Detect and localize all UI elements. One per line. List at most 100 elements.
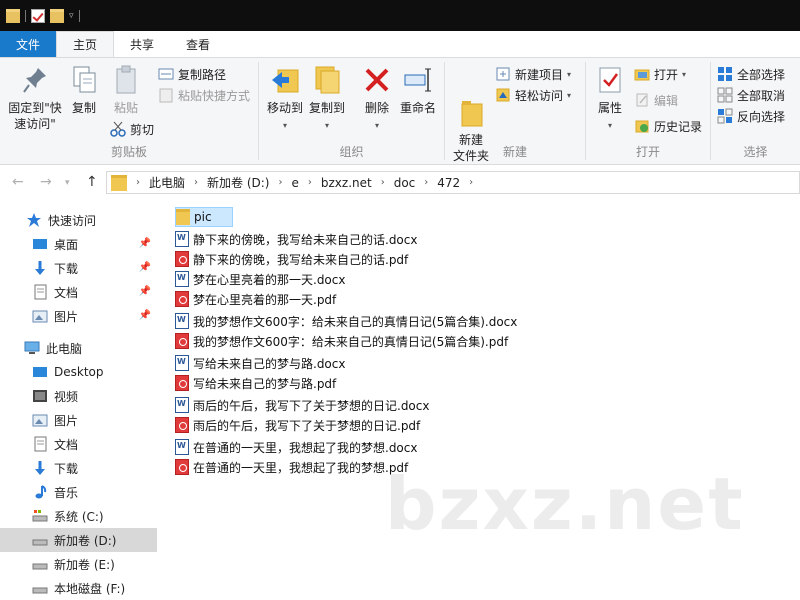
new-item-button[interactable]: 新建项目 ▾ [495, 64, 571, 84]
nav-desktop[interactable]: 桌面 📌 [0, 232, 157, 256]
nav-pictures-pc[interactable]: 图片 [0, 408, 157, 432]
music-icon [32, 484, 48, 500]
pictures-icon [32, 412, 48, 428]
download-icon [32, 260, 48, 276]
nav-this-pc[interactable]: 此电脑 [0, 336, 157, 360]
chevron-right-icon[interactable]: › [308, 177, 312, 188]
nav-quick-access[interactable]: 快速访问 [0, 208, 157, 232]
nav-downloads[interactable]: 下载 📌 [0, 256, 157, 280]
copy-button[interactable]: 复制 [66, 64, 102, 116]
list-item[interactable]: 在普通的一天里，我想起了我的梦想.docx [175, 437, 417, 457]
chevron-right-icon[interactable]: › [136, 177, 140, 188]
move-to-button[interactable]: 移动到 ▾ [265, 64, 305, 134]
invert-selection-label: 反向选择 [737, 109, 786, 124]
invert-selection-button[interactable]: 反向选择 [717, 106, 785, 126]
paste-button[interactable]: 粘贴 [108, 64, 144, 116]
paste-shortcut-button[interactable]: 粘贴快捷方式 [158, 85, 250, 105]
select-all-label: 全部选择 [737, 67, 786, 82]
pin-icon[interactable]: 📌 [139, 238, 151, 249]
edit-button[interactable]: 编辑 [634, 90, 678, 110]
pdf-icon [175, 375, 189, 391]
drive-icon [32, 580, 48, 596]
open-button[interactable]: 打开 ▾ [634, 64, 686, 84]
nav-documents[interactable]: 文档 📌 [0, 280, 157, 304]
up-arrow-icon[interactable]: ↑ [86, 174, 98, 190]
nav-documents-pc[interactable]: 文档 [0, 432, 157, 456]
tab-share[interactable]: 共享 [114, 31, 170, 57]
list-item[interactable]: 在普通的一天里，我想起了我的梦想.pdf [175, 457, 408, 477]
new-folder-button[interactable]: 新建 文件夹 [451, 64, 491, 180]
breadcrumb-472[interactable]: 472 [437, 176, 460, 190]
nav-drive-f[interactable]: 本地磁盘 (F:) [0, 576, 157, 600]
navigation-bar: ← → ▾ ↑ › 此电脑 › 新加卷 (D:) › e › bzxz.net … [0, 166, 800, 200]
chevron-right-icon[interactable]: › [424, 177, 428, 188]
breadcrumb-doc[interactable]: doc [394, 176, 416, 190]
nav-desktop-pc[interactable]: Desktop [0, 360, 157, 384]
address-bar[interactable]: › 此电脑 › 新加卷 (D:) › e › bzxz.net › doc › … [106, 171, 800, 194]
chevron-right-icon[interactable]: › [278, 177, 282, 188]
dropdown-icon[interactable]: ▿ [69, 11, 74, 21]
breadcrumb-bzxz[interactable]: bzxz.net [321, 176, 372, 190]
word-doc-icon [175, 397, 189, 413]
nav-drive-c[interactable]: 系统 (C:) [0, 504, 157, 528]
pin-icon[interactable]: 📌 [139, 262, 151, 273]
nav-label: 下载 [54, 261, 79, 276]
nav-drive-d[interactable]: 新加卷 (D:) [0, 528, 157, 552]
list-item[interactable]: 雨后的午后，我写下了关于梦想的日记.pdf [175, 415, 420, 435]
breadcrumb-e[interactable]: e [291, 176, 298, 190]
select-all-button[interactable]: 全部选择 [717, 64, 785, 84]
properties-label: 属性 [597, 101, 622, 115]
breadcrumb-this-pc[interactable]: 此电脑 [149, 174, 185, 191]
pdf-icon [175, 417, 189, 433]
chevron-right-icon[interactable]: › [194, 177, 198, 188]
list-item[interactable]: 静下来的傍晚，我写给未来自己的话.docx [175, 229, 417, 249]
properties-icon[interactable] [31, 8, 45, 23]
list-item[interactable]: 写给未来自己的梦与路.pdf [175, 373, 336, 393]
new-folder-icon[interactable] [50, 8, 64, 23]
edit-icon [634, 92, 650, 108]
nav-videos[interactable]: 视频 [0, 384, 157, 408]
cut-button[interactable]: 剪切 [110, 119, 154, 139]
copy-to-button[interactable]: 复制到 ▾ [307, 64, 347, 134]
list-item[interactable]: 我的梦想作文600字：给未来自己的真情日记(5篇合集).pdf [175, 331, 508, 351]
delete-button[interactable]: 删除 ▾ [359, 64, 395, 134]
organize-group-label: 组织 [339, 145, 364, 159]
nav-label: 文档 [54, 285, 79, 300]
list-item[interactable]: 静下来的傍晚，我写给未来自己的话.pdf [175, 249, 408, 269]
rename-label: 重命名 [399, 101, 436, 115]
copy-path-button[interactable]: 复制路径 [158, 64, 226, 84]
list-item[interactable]: 梦在心里亮着的那一天.docx [175, 269, 345, 289]
history-button[interactable]: 历史记录 [634, 116, 702, 136]
chevron-right-icon[interactable]: › [381, 177, 385, 188]
tab-file[interactable]: 文件 [0, 31, 56, 57]
recent-locations-chevron-icon[interactable]: ▾ [65, 178, 70, 188]
easy-access-button[interactable]: 轻松访问 ▾ [495, 85, 571, 105]
list-item[interactable]: 梦在心里亮着的那一天.pdf [175, 289, 336, 309]
back-arrow-icon[interactable]: ← [12, 174, 24, 190]
nav-label: 桌面 [54, 237, 79, 252]
list-item-folder[interactable]: pic [175, 207, 233, 227]
nav-pictures[interactable]: 图片 📌 [0, 304, 157, 328]
nav-drive-e[interactable]: 新加卷 (E:) [0, 552, 157, 576]
tab-view[interactable]: 查看 [170, 31, 226, 57]
list-item[interactable]: 我的梦想作文600字：给未来自己的真情日记(5篇合集).docx [175, 311, 517, 331]
cut-label: 剪切 [130, 122, 155, 137]
chevron-right-icon[interactable]: › [469, 177, 473, 188]
pin-icon [20, 64, 50, 96]
tab-home[interactable]: 主页 [56, 31, 115, 57]
nav-downloads-pc[interactable]: 下载 [0, 456, 157, 480]
properties-button[interactable]: 属性 ▾ [592, 64, 628, 134]
forward-arrow-icon[interactable]: → [40, 174, 52, 190]
pin-quick-access-button[interactable]: 固定到"快 速访问" [4, 64, 66, 132]
list-item[interactable]: 写给未来自己的梦与路.docx [175, 353, 345, 373]
pin-icon[interactable]: 📌 [139, 310, 151, 321]
select-none-button[interactable]: 全部取消 [717, 85, 785, 105]
pin-icon[interactable]: 📌 [139, 286, 151, 297]
nav-music[interactable]: 音乐 [0, 480, 157, 504]
file-name: 我的梦想作文600字：给未来自己的真情日记(5篇合集).docx [193, 314, 518, 329]
new-group: 新建 文件夹 新建项目 ▾ 轻松访问 ▾ 新建 [445, 58, 585, 164]
rename-button[interactable]: 重命名 [397, 64, 439, 116]
breadcrumb-drive-d[interactable]: 新加卷 (D:) [207, 174, 269, 191]
list-item[interactable]: 雨后的午后，我写下了关于梦想的日记.docx [175, 395, 429, 415]
chevron-down-icon: ▾ [567, 90, 572, 100]
